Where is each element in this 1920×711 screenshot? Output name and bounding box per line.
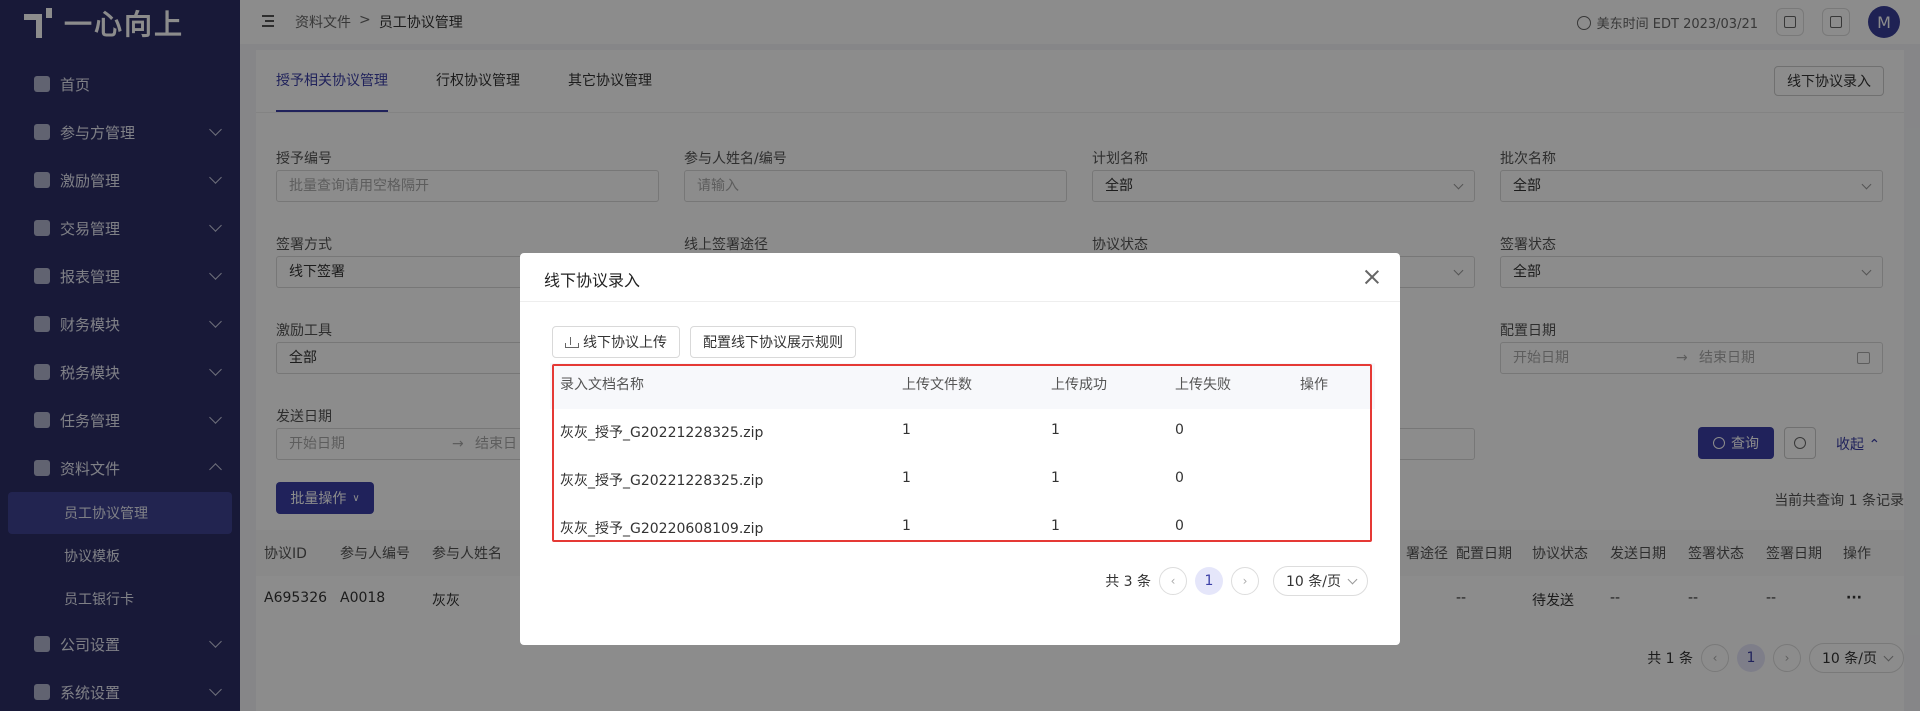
display-rules-button[interactable]: 配置线下协议展示规则 xyxy=(690,326,856,358)
upload-icon xyxy=(565,336,579,348)
modal-divider xyxy=(520,301,1400,302)
prev-page-button[interactable]: ‹ xyxy=(1159,567,1188,595)
page-number[interactable]: 1 xyxy=(1195,567,1224,595)
page-size-select[interactable]: 10 条/页 xyxy=(1273,566,1368,596)
offline-entry-modal: 线下协议录入 线下协议上传 配置线下协议展示规则 录入文档名称 上传文件数 上传… xyxy=(520,253,1400,645)
upload-label: 线下协议上传 xyxy=(583,335,667,351)
upload-offline-button[interactable]: 线下协议上传 xyxy=(552,326,680,358)
rules-label: 配置线下协议展示规则 xyxy=(703,335,843,351)
close-icon[interactable] xyxy=(1362,267,1382,287)
highlight-box xyxy=(552,364,1372,542)
modal-pagination: 共 3 条 ‹ 1 › 10 条/页 xyxy=(1105,566,1368,596)
pagination-total: 共 3 条 xyxy=(1105,574,1152,590)
next-page-button[interactable]: › xyxy=(1231,567,1260,595)
modal-title: 线下协议录入 xyxy=(544,271,641,290)
